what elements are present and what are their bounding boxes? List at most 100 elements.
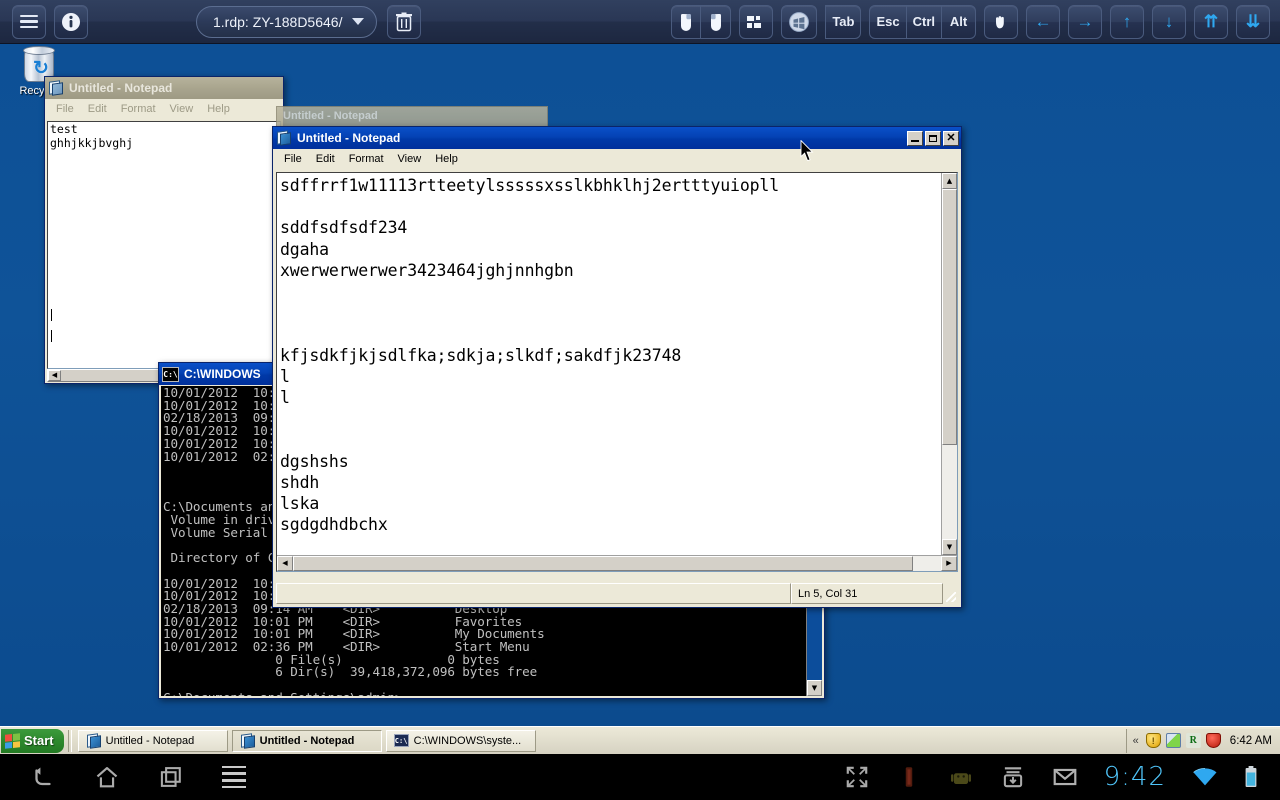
notepad-hscroll-thumb[interactable]	[293, 556, 913, 571]
notepad-icon	[276, 130, 292, 146]
android-navigation-bar: 9:42	[0, 754, 1280, 800]
security-shield-icon[interactable]: !	[1145, 733, 1161, 748]
arrow-down-icon: ↓	[1164, 12, 1174, 31]
windows-flag-icon	[5, 732, 20, 749]
menu-edit[interactable]: Edit	[81, 101, 114, 117]
app-screen: 1.rdp: ZY-188D5646/ Tab Esc Ctrl Alt ← →…	[0, 0, 1280, 800]
notepad-hscroll-track[interactable]	[293, 556, 941, 571]
notepad-front-menubar[interactable]: File Edit Format View Help	[273, 149, 961, 169]
scroll-down-icon[interactable]: ▼	[807, 680, 822, 696]
taskbar-item-command-prompt[interactable]: C:\ C:\WINDOWS\syste...	[385, 729, 536, 752]
taskbar-item-label: Untitled - Notepad	[259, 734, 355, 747]
home-icon[interactable]	[94, 764, 120, 790]
close-button[interactable]: ✕	[943, 130, 959, 146]
notepad-hscrollbar[interactable]: ◀ ▶	[277, 555, 957, 571]
menu-file[interactable]: File	[49, 101, 81, 117]
pan-button[interactable]	[984, 4, 1018, 39]
scroll-left-icon[interactable]: ◀	[277, 556, 293, 571]
menu-file[interactable]: File	[277, 151, 309, 167]
taskbar-clock[interactable]: 6:42 AM	[1230, 735, 1272, 747]
menu-help[interactable]: Help	[200, 101, 237, 117]
download-icon	[1003, 767, 1022, 788]
notepad-window-active[interactable]: Untitled - Notepad ✕ File Edit Format Vi…	[272, 126, 962, 608]
menu-format[interactable]: Format	[114, 101, 163, 117]
maximize-button[interactable]	[925, 130, 941, 146]
arrow-left-button[interactable]: ←	[1026, 4, 1060, 39]
minimize-button[interactable]	[907, 130, 923, 146]
session-selector[interactable]: 1.rdp: ZY-188D5646/	[196, 5, 378, 38]
tab-key-label: Tab	[832, 14, 855, 29]
notepad-vscroll-track[interactable]	[942, 189, 957, 539]
hamburger-menu-button[interactable]	[12, 4, 46, 39]
windows-desktop[interactable]: ↻ Recycle Untitled - Notepad File Edit F…	[0, 44, 1280, 726]
minimize-icon	[911, 139, 919, 142]
disconnect-button[interactable]	[387, 4, 422, 39]
double-chevron-left-icon[interactable]: «	[1133, 735, 1139, 747]
network-activity-icon[interactable]	[1165, 733, 1181, 748]
taskbar-item-notepad-1[interactable]: Untitled - Notepad	[77, 729, 228, 752]
notepad-window-inactive[interactable]: Untitled - Notepad File Edit Format View…	[44, 76, 284, 384]
menu-format[interactable]: Format	[342, 151, 391, 167]
menu-icon[interactable]	[222, 765, 246, 789]
menu-view[interactable]: View	[391, 151, 429, 167]
alt-key-button[interactable]: Alt	[942, 4, 976, 39]
notepad-icon	[48, 80, 64, 96]
background-window-sliver[interactable]: Untitled - Notepad	[276, 106, 548, 128]
text-caret-mark	[51, 309, 52, 321]
arrow-down-button[interactable]: ↓	[1152, 4, 1186, 39]
arrow-right-button[interactable]: →	[1068, 4, 1102, 39]
notepad-back-menubar[interactable]: File Edit Format View Help	[45, 99, 283, 119]
taskbar-item-notepad-2[interactable]: Untitled - Notepad	[231, 729, 382, 752]
notepad-icon	[240, 733, 255, 749]
arrow-up-button[interactable]: ↑	[1110, 4, 1144, 39]
scroll-up-icon[interactable]: ▲	[942, 173, 957, 189]
notepad-vscrollbar[interactable]: ▲ ▼	[941, 173, 957, 555]
menu-edit[interactable]: Edit	[309, 151, 342, 167]
notepad-front-text[interactable]: sdffrrf1w11113rtteetylsssssxsslkbhklhj2e…	[277, 173, 941, 555]
windows-key-button[interactable]	[781, 4, 818, 39]
hand-icon	[996, 15, 1004, 28]
android-status-clock: 9:42	[1103, 762, 1166, 792]
taskbar-divider	[67, 729, 72, 752]
taskbar-item-label: Untitled - Notepad	[105, 734, 195, 747]
trash-icon	[396, 12, 413, 31]
notepad-front-titlebar[interactable]: Untitled - Notepad ✕	[273, 127, 961, 149]
wifi-icon	[1193, 768, 1217, 786]
scroll-right-icon[interactable]: ▶	[941, 556, 957, 571]
scroll-down-icon[interactable]: ▼	[942, 539, 957, 555]
notepad-icon	[86, 733, 101, 749]
back-arrow-icon[interactable]	[30, 764, 56, 790]
antivirus-shield-icon[interactable]	[1205, 733, 1221, 748]
right-click-button[interactable]	[701, 4, 732, 39]
tab-key-button[interactable]: Tab	[825, 4, 862, 39]
background-window-title: Untitled - Notepad	[283, 110, 378, 122]
session-label: 1.rdp: ZY-188D5646/	[213, 13, 343, 30]
realvnc-r-icon[interactable]: R	[1185, 733, 1201, 748]
resize-grip-icon[interactable]	[943, 583, 958, 604]
notepad-back-textarea[interactable]: test ghhjkkjbvghj	[47, 121, 281, 369]
notepad-vscroll-thumb[interactable]	[942, 189, 957, 445]
windows-logo-icon	[789, 11, 810, 32]
keyboard-icon	[747, 15, 762, 28]
page-up-button[interactable]: ⇈	[1194, 4, 1228, 39]
esc-key-button[interactable]: Esc	[869, 4, 907, 39]
notepad-statusbar: Ln 5, Col 31	[276, 583, 958, 604]
arrow-right-icon: →	[1076, 12, 1094, 31]
taskbar-item-label: C:\WINDOWS\syste...	[413, 734, 522, 747]
notepad-back-text: test ghhjkkjbvghj	[50, 122, 134, 150]
start-label: Start	[24, 733, 54, 748]
keyboard-button[interactable]	[739, 4, 774, 39]
notepad-back-titlebar[interactable]: Untitled - Notepad	[45, 77, 283, 99]
expand-arrows-icon[interactable]	[844, 764, 870, 790]
menu-help[interactable]: Help	[428, 151, 465, 167]
recent-apps-icon[interactable]	[158, 764, 184, 790]
page-down-button[interactable]: ⇊	[1236, 4, 1270, 39]
ctrl-key-button[interactable]: Ctrl	[906, 4, 942, 39]
info-button[interactable]	[54, 4, 88, 39]
scroll-left-icon[interactable]: ◀	[48, 370, 61, 381]
start-button[interactable]: Start	[1, 728, 64, 753]
hamburger-menu-icon	[20, 14, 38, 29]
left-click-button[interactable]	[671, 4, 702, 39]
double-arrow-up-icon: ⇈	[1203, 12, 1219, 31]
menu-view[interactable]: View	[163, 101, 201, 117]
